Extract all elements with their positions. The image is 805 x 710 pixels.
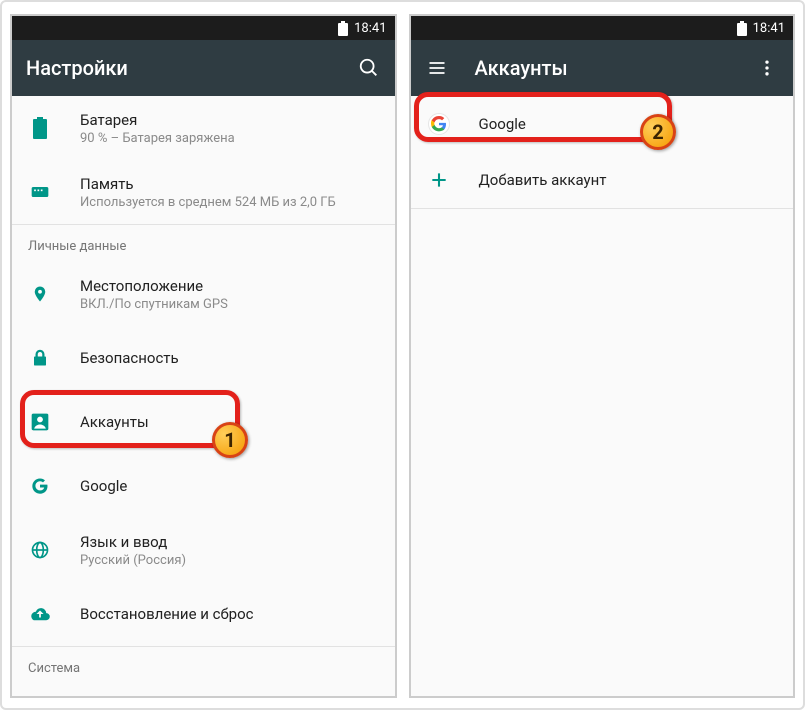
location-icon xyxy=(28,282,52,306)
row-title: Язык и ввод xyxy=(80,533,379,551)
row-title: Память xyxy=(80,175,379,193)
settings-list[interactable]: Батарея 90 % – Батарея заряжена Память Исп… xyxy=(12,96,395,696)
row-storage[interactable]: Память Используется в среднем 524 МБ из 2… xyxy=(12,160,395,224)
subheader-system: Система xyxy=(12,646,395,684)
lock-icon xyxy=(28,346,52,370)
app-bar: Аккаунты xyxy=(411,40,794,96)
plus-icon xyxy=(427,168,451,192)
search-icon[interactable] xyxy=(357,56,381,80)
row-subtitle: Используется в среднем 524 МБ из 2,0 ГБ xyxy=(80,195,379,210)
accounts-icon xyxy=(28,410,52,434)
accounts-list[interactable]: Google Добавить аккаунт xyxy=(411,96,794,696)
status-bar: 18:41 xyxy=(411,16,794,40)
row-google[interactable]: Google xyxy=(12,454,395,518)
row-subtitle: ВКЛ./По спутникам GPS xyxy=(80,297,379,312)
row-title: Местоположение xyxy=(80,277,379,295)
row-datetime[interactable]: Дата и время xyxy=(12,684,395,696)
row-battery[interactable]: Батарея 90 % – Батарея заряжена xyxy=(12,96,395,160)
storage-icon xyxy=(28,180,52,204)
row-title: Аккаунты xyxy=(80,413,379,431)
divider xyxy=(411,208,794,209)
menu-icon[interactable] xyxy=(425,56,449,80)
row-security[interactable]: Безопасность xyxy=(12,326,395,390)
row-title: Восстановление и сброс xyxy=(80,605,379,623)
row-location[interactable]: Местоположение ВКЛ./По спутникам GPS xyxy=(12,262,395,326)
row-account-google[interactable]: Google xyxy=(411,96,794,152)
row-accounts[interactable]: Аккаунты xyxy=(12,390,395,454)
row-subtitle: Русский (Россия) xyxy=(80,553,379,568)
battery-icon xyxy=(338,21,348,36)
app-bar: Настройки xyxy=(12,40,395,96)
status-bar: 18:41 xyxy=(12,16,395,40)
row-backup[interactable]: Восстановление и сброс xyxy=(12,582,395,646)
phone-right: 18:41 Аккаунты Google Добавить аккаунт xyxy=(409,14,796,698)
row-add-account[interactable]: Добавить аккаунт xyxy=(411,152,794,208)
row-title: Безопасность xyxy=(80,349,379,367)
backup-icon xyxy=(28,602,52,626)
row-subtitle: 90 % – Батарея заряжена xyxy=(80,131,379,146)
row-title: Google xyxy=(479,115,778,133)
battery-icon xyxy=(28,116,52,140)
row-title: Добавить аккаунт xyxy=(479,171,778,189)
overflow-icon[interactable] xyxy=(755,56,779,80)
google-icon xyxy=(28,474,52,498)
phone-left: 18:41 Настройки Батарея 90 % – Батарея за… xyxy=(10,14,397,698)
status-time: 18:41 xyxy=(354,21,386,36)
row-title: Google xyxy=(80,477,379,495)
globe-icon xyxy=(28,538,52,562)
status-time: 18:41 xyxy=(753,21,785,36)
row-title: Батарея xyxy=(80,111,379,129)
battery-icon xyxy=(737,21,747,36)
subheader-personal: Личные данные xyxy=(12,224,395,262)
page-title: Аккаунты xyxy=(475,56,730,80)
google-color-icon xyxy=(427,112,451,136)
page-title: Настройки xyxy=(26,56,331,80)
row-language[interactable]: Язык и ввод Русский (Россия) xyxy=(12,518,395,582)
